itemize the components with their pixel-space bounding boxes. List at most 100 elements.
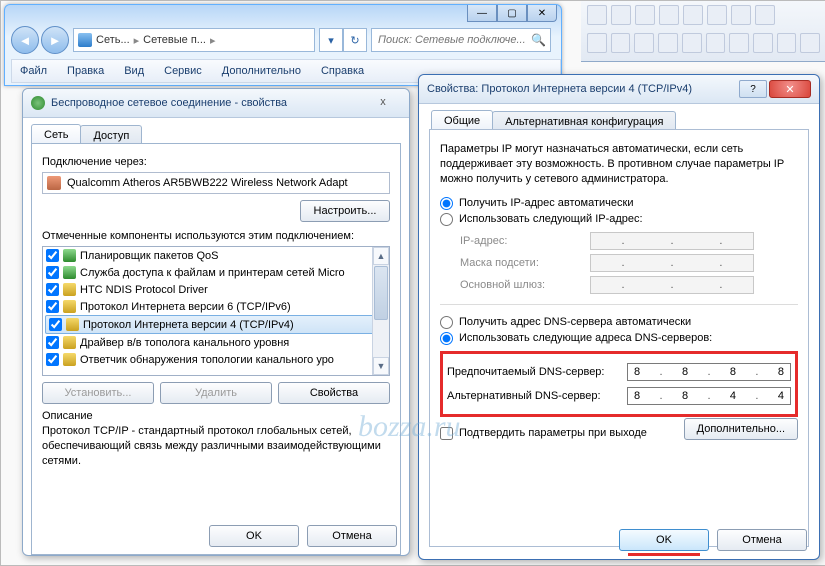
breadcrumb-part[interactable]: Сетевые п...	[143, 34, 206, 46]
component-checkbox[interactable]	[46, 283, 59, 296]
component-checkbox[interactable]	[46, 266, 59, 279]
scroll-down-icon[interactable]: ▼	[373, 357, 389, 375]
dns-manual-radio[interactable]	[440, 332, 453, 345]
nav-forward-button[interactable]: ►	[41, 26, 69, 54]
dialog1-title: Беспроводное сетевое соединение - свойст…	[51, 97, 365, 109]
install-button[interactable]: Установить...	[42, 382, 154, 404]
confirm-on-exit-checkbox[interactable]	[440, 427, 453, 440]
refresh-button[interactable]: ↻	[343, 28, 367, 52]
adapter-icon	[47, 176, 61, 190]
ip-auto-label[interactable]: Получить IP-адрес автоматически	[459, 197, 633, 209]
intro-text: Параметры IP могут назначаться автоматич…	[440, 142, 798, 187]
wireless-properties-dialog: Беспроводное сетевое соединение - свойст…	[22, 88, 410, 556]
adapter-name: Qualcomm Atheros AR5BWB222 Wireless Netw…	[67, 177, 348, 189]
mask-label: Маска подсети:	[460, 257, 590, 269]
ip-manual-radio[interactable]	[440, 213, 453, 226]
explorer-minimize[interactable]: —	[467, 5, 497, 22]
component-checkbox[interactable]	[46, 300, 59, 313]
components-list[interactable]: Планировщик пакетов QoS Служба доступа к…	[42, 246, 390, 376]
component-item[interactable]: Служба доступа к файлам и принтерам сете…	[80, 267, 345, 279]
component-item[interactable]: Протокол Интернета версии 6 (TCP/IPv6)	[80, 301, 291, 313]
tab-access[interactable]: Доступ	[80, 125, 142, 145]
adapter-field: Qualcomm Atheros AR5BWB222 Wireless Netw…	[42, 172, 390, 194]
ip-manual-label[interactable]: Использовать следующий IP-адрес:	[459, 213, 643, 225]
ip-auto-radio[interactable]	[440, 197, 453, 210]
dialog2-help-button[interactable]: ?	[739, 80, 767, 98]
wifi-icon	[31, 96, 45, 110]
nav-back-button[interactable]: ◄	[11, 26, 39, 54]
dns-octet[interactable]: 8	[634, 390, 640, 402]
dns-octet[interactable]: 4	[778, 390, 784, 402]
mask-field: . . .	[590, 254, 754, 272]
protocol-icon	[63, 300, 76, 313]
nav-down-button[interactable]: ▾	[319, 28, 343, 52]
search-input[interactable]	[376, 33, 531, 47]
component-item[interactable]: Ответчик обнаружения топологии канальног…	[80, 354, 334, 366]
dns-octet[interactable]: 8	[778, 366, 784, 378]
dialog1-close-hint[interactable]: х	[365, 96, 401, 110]
explorer-close[interactable]: ✕	[527, 5, 557, 22]
scroll-up-icon[interactable]: ▲	[373, 247, 389, 265]
properties-button[interactable]: Свойства	[278, 382, 390, 404]
tab-general[interactable]: Общие	[431, 110, 493, 130]
menu-help[interactable]: Справка	[313, 62, 372, 80]
service-icon	[63, 266, 76, 279]
search-box[interactable]: 🔍	[371, 28, 551, 52]
address-bar[interactable]: Сеть... ▸ Сетевые п... ▸	[73, 28, 315, 52]
component-item[interactable]: HTC NDIS Protocol Driver	[80, 284, 208, 296]
dialog2-close-button[interactable]: ✕	[769, 80, 811, 98]
breadcrumb-part[interactable]: Сеть...	[96, 34, 130, 46]
gateway-field: . . .	[590, 276, 754, 294]
dns-octet[interactable]: 8	[634, 366, 640, 378]
dns-octet[interactable]: 8	[730, 366, 736, 378]
dns1-label: Предпочитаемый DNS-сервер:	[447, 366, 627, 378]
component-checkbox[interactable]	[46, 249, 59, 262]
dialog2-ok-button[interactable]: OK	[619, 529, 709, 551]
advanced-button[interactable]: Дополнительно...	[684, 418, 798, 440]
scroll-thumb[interactable]	[374, 266, 388, 320]
breadcrumb-sep: ▸	[210, 34, 216, 47]
dialog1-cancel-button[interactable]: Отмена	[307, 525, 397, 547]
confirm-on-exit-label[interactable]: Подтвердить параметры при выходе	[459, 427, 647, 439]
ipv4-properties-dialog: Свойства: Протокол Интернета версии 4 (T…	[418, 74, 820, 560]
component-checkbox[interactable]	[46, 336, 59, 349]
ok-highlight	[628, 553, 700, 556]
dns-octet[interactable]: 4	[730, 390, 736, 402]
menu-edit[interactable]: Правка	[59, 62, 112, 80]
gateway-label: Основной шлюз:	[460, 279, 590, 291]
protocol-icon	[66, 318, 79, 331]
dns-auto-radio[interactable]	[440, 316, 453, 329]
description-label: Описание	[42, 410, 390, 422]
dns2-field[interactable]: 8. 8. 4. 4	[627, 387, 791, 405]
protocol-icon	[63, 353, 76, 366]
dns-octet[interactable]: 8	[682, 366, 688, 378]
component-item[interactable]: Планировщик пакетов QoS	[80, 250, 219, 262]
component-checkbox[interactable]	[46, 353, 59, 366]
dns-auto-label[interactable]: Получить адрес DNS-сервера автоматически	[459, 316, 691, 328]
configure-button[interactable]: Настроить...	[300, 200, 390, 222]
dns-highlight-box: Предпочитаемый DNS-сервер: 8. 8. 8. 8 Ал…	[440, 351, 798, 417]
protocol-icon	[63, 336, 76, 349]
description-text: Протокол TCP/IP - стандартный протокол г…	[42, 424, 390, 469]
component-item[interactable]: Драйвер в/в тополога канального уровня	[80, 337, 289, 349]
dialog1-ok-button[interactable]: OK	[209, 525, 299, 547]
dialog2-cancel-button[interactable]: Отмена	[717, 529, 807, 551]
menu-file[interactable]: Файл	[12, 62, 55, 80]
explorer-maximize[interactable]: ▢	[497, 5, 527, 22]
menu-view[interactable]: Вид	[116, 62, 152, 80]
tab-network[interactable]: Сеть	[31, 124, 81, 144]
search-icon: 🔍	[531, 33, 546, 47]
menu-tools[interactable]: Сервис	[156, 62, 210, 80]
dns1-field[interactable]: 8. 8. 8. 8	[627, 363, 791, 381]
component-item-selected[interactable]: Протокол Интернета версии 4 (TCP/IPv4)	[83, 319, 294, 331]
tab-altconfig[interactable]: Альтернативная конфигурация	[492, 111, 676, 131]
protocol-icon	[63, 283, 76, 296]
component-checkbox[interactable]	[49, 318, 62, 331]
dns-manual-label[interactable]: Использовать следующие адреса DNS-сервер…	[459, 332, 712, 344]
network-icon	[78, 33, 92, 47]
list-scrollbar[interactable]: ▲▼	[372, 247, 389, 375]
schedule-icon	[63, 249, 76, 262]
menu-extra[interactable]: Дополнительно	[214, 62, 309, 80]
dns-octet[interactable]: 8	[682, 390, 688, 402]
remove-button: Удалить	[160, 382, 272, 404]
